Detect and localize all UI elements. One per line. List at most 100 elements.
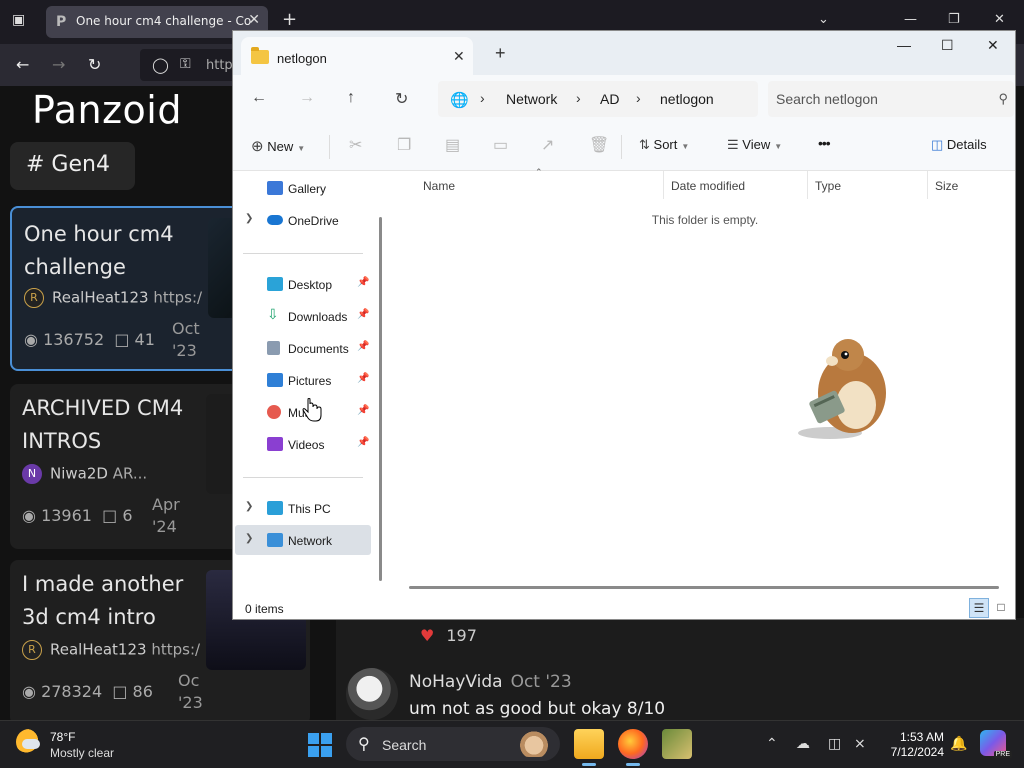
sidebar-item-network[interactable]: ❯ Network [235, 525, 371, 555]
music-icon [267, 405, 281, 419]
new-tab-icon[interactable]: + [282, 9, 297, 30]
column-header-type[interactable]: Type [815, 179, 841, 193]
view-button[interactable]: ☰ View ▼ [727, 137, 782, 153]
search-icon[interactable]: ⚲ [998, 91, 1008, 107]
avatar[interactable] [346, 668, 398, 720]
sidebar-item-label: This PC [288, 502, 331, 516]
horizontal-scrollbar[interactable] [409, 586, 999, 589]
breadcrumb-netlogon[interactable]: netlogon [660, 91, 714, 107]
close-tab-icon[interactable]: ✕ [248, 12, 260, 28]
forward-icon[interactable]: → [299, 89, 315, 107]
up-icon[interactable]: ↑ [347, 89, 355, 107]
tiles-view-icon[interactable]: □ [991, 598, 1011, 618]
chevron-right-icon[interactable]: ❯ [245, 533, 253, 544]
chevron-down-icon[interactable]: ⌄ [818, 12, 829, 27]
copilot-icon[interactable]: PRE [980, 730, 1012, 758]
file-explorer-taskbar-icon[interactable] [574, 729, 604, 766]
sort-button[interactable]: ⇅ Sort ▼ [639, 137, 689, 153]
panzoid-logo[interactable]: Panzoid [32, 88, 182, 132]
explorer-tab[interactable]: netlogon ✕ [241, 37, 473, 75]
eye-icon: ◉ [22, 506, 36, 525]
card-author: R RealHeat123 https:/ [24, 288, 202, 308]
address-bar-row: ← → ↑ ↻ 🌐 › Network › AD › netlogon ⚲ [233, 75, 1015, 123]
minimize-icon[interactable]: — [897, 37, 911, 53]
avatar: N [22, 464, 42, 484]
pin-icon[interactable]: 📌 [357, 309, 369, 320]
pin-icon[interactable]: 📌 [357, 277, 369, 288]
chevron-right-icon[interactable]: ❯ [245, 501, 253, 512]
start-button[interactable] [308, 733, 332, 757]
reload-icon[interactable]: ↻ [88, 55, 101, 74]
firefox-taskbar-icon[interactable] [618, 729, 648, 766]
sidebar-item-downloads[interactable]: ⇩ Downloads 📌 [235, 301, 371, 331]
search-box: ⚲ [768, 81, 1014, 117]
column-header-name[interactable]: Name [423, 179, 455, 193]
clock[interactable]: 1:53 AM 7/12/2024 [884, 730, 944, 760]
display-icon[interactable]: ◫ [828, 735, 841, 752]
details-button[interactable]: ◫ Details [931, 137, 987, 153]
sidebar-item-gallery[interactable]: Gallery [235, 173, 371, 203]
delete-icon[interactable]: 🗑 [589, 135, 609, 155]
chevron-up-icon[interactable]: ⌃ [766, 735, 778, 752]
taskbar-search[interactable]: ⚲ Search [346, 727, 560, 761]
maximize-icon[interactable]: ☐ [941, 37, 954, 54]
copy-icon[interactable]: ❐ [397, 135, 411, 155]
column-divider[interactable] [663, 171, 664, 199]
sidebar-scrollbar[interactable] [379, 217, 382, 581]
network-status-icon[interactable]: ⨯ [854, 735, 866, 752]
new-tab-icon[interactable]: + [495, 43, 506, 64]
pin-icon[interactable]: 📌 [357, 405, 369, 416]
paste-icon[interactable]: ▤ [445, 135, 460, 155]
sidebar-item-desktop[interactable]: Desktop 📌 [235, 269, 371, 299]
videos-icon [267, 437, 283, 451]
breadcrumb-ad[interactable]: AD [600, 91, 619, 107]
minimize-icon[interactable]: — [904, 12, 917, 27]
sidebar-item-documents[interactable]: Documents 📌 [235, 333, 371, 363]
chevron-right-icon[interactable]: › [480, 90, 485, 106]
column-divider[interactable] [807, 171, 808, 199]
refresh-icon[interactable]: ↻ [395, 89, 408, 109]
back-icon[interactable]: ← [251, 89, 267, 107]
more-options-button[interactable]: ••• [818, 135, 831, 151]
sidebar-item-videos[interactable]: Videos 📌 [235, 429, 371, 459]
search-input[interactable] [768, 81, 1014, 117]
sidebar-item-this-pc[interactable]: ❯ This PC [235, 493, 371, 523]
breadcrumb[interactable]: 🌐 › Network › AD › netlogon [438, 81, 758, 117]
close-window-icon[interactable]: ✕ [994, 12, 1005, 27]
rename-icon[interactable]: ▭ [493, 135, 508, 155]
forward-icon[interactable]: → [52, 55, 65, 74]
new-button[interactable]: ⊕ New ▼ [251, 137, 305, 155]
sidebar-item-label: Downloads [288, 310, 348, 324]
weather-icon [16, 729, 42, 755]
close-tab-icon[interactable]: ✕ [453, 48, 465, 65]
tag-pill[interactable]: # Gen4 [10, 142, 135, 190]
sidebar-item-pictures[interactable]: Pictures 📌 [235, 365, 371, 395]
column-header-size[interactable]: Size [935, 179, 958, 193]
breadcrumb-network[interactable]: Network [506, 91, 557, 107]
column-divider[interactable] [927, 171, 928, 199]
onedrive-offline-icon[interactable]: ☁ [796, 735, 810, 752]
card-stats: ◉ 13961 □ 6 [22, 506, 133, 525]
close-window-icon[interactable]: ✕ [987, 37, 999, 54]
weather-temperature: 78°F [50, 730, 76, 744]
column-header-date-modified[interactable]: Date modified [671, 179, 745, 193]
like-count[interactable]: ♥ 197 [420, 626, 477, 645]
chevron-right-icon[interactable]: › [636, 90, 641, 106]
sidebar-item-onedrive[interactable]: ❯ OneDrive [235, 205, 371, 235]
desktop-pet-taskbar-icon[interactable] [662, 729, 692, 759]
chevron-right-icon[interactable]: › [576, 90, 581, 106]
status-bar: 0 items ☰ □ [233, 597, 1015, 619]
details-view-icon[interactable]: ☰ [969, 598, 989, 618]
toolbar-divider [621, 135, 622, 159]
restore-icon[interactable]: ❐ [948, 12, 960, 27]
notification-bell-icon[interactable]: 🔔 [950, 735, 967, 752]
cut-icon[interactable]: ✂ [349, 135, 362, 155]
tab-list-icon[interactable]: ▣ [12, 12, 30, 30]
chevron-right-icon[interactable]: ❯ [245, 213, 253, 224]
pin-icon[interactable]: 📌 [357, 437, 369, 448]
share-icon[interactable]: ↗ [541, 135, 554, 155]
pin-icon[interactable]: 📌 [357, 373, 369, 384]
back-icon[interactable]: ← [16, 55, 29, 74]
comment-section: ♥ 197 NoHayVida Oct '23 um not as good but… [336, 618, 1024, 720]
pin-icon[interactable]: 📌 [357, 341, 369, 352]
